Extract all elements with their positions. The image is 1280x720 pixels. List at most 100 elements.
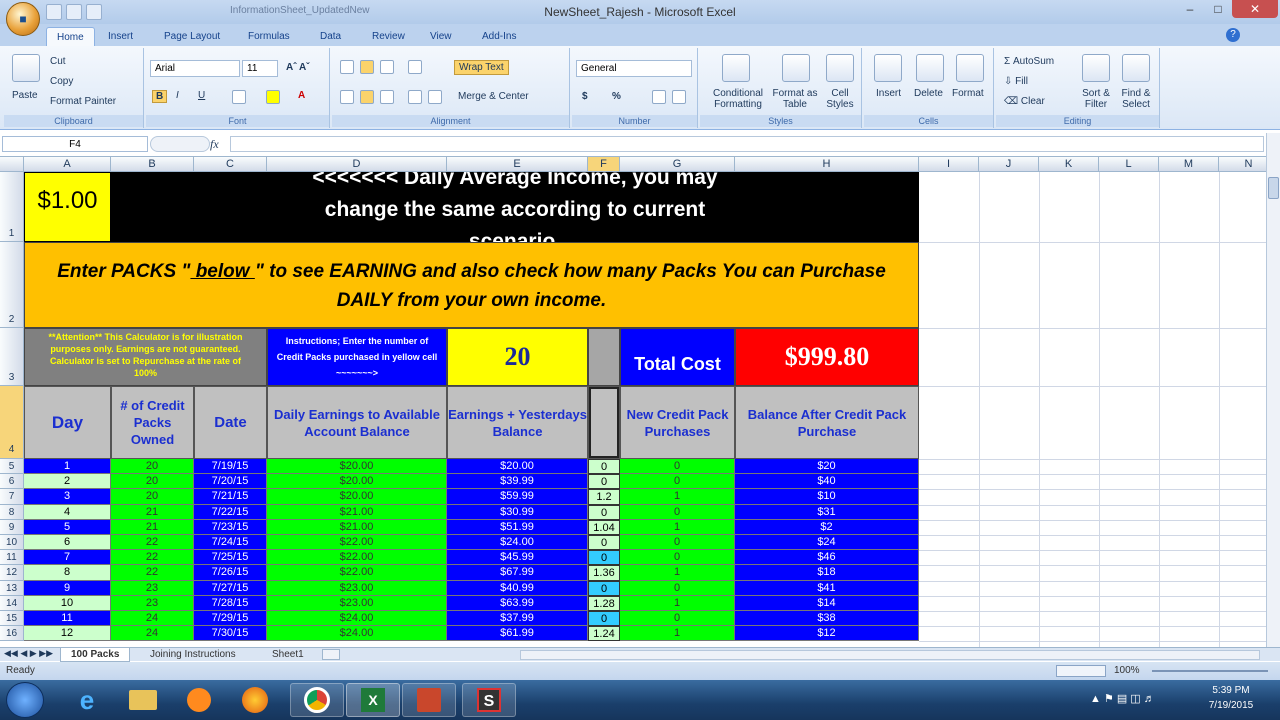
cell-day[interactable]: 3 — [24, 489, 111, 505]
decrease-indent-icon[interactable] — [408, 90, 422, 104]
row-header[interactable]: 15 — [0, 611, 24, 627]
cell-purchases[interactable]: 1 — [620, 595, 735, 611]
horizontal-scrollbar[interactable] — [520, 650, 1260, 660]
cell-day[interactable]: 7 — [24, 550, 111, 566]
zoom-slider[interactable] — [1152, 670, 1268, 672]
cell-after[interactable]: $12 — [735, 626, 919, 642]
cell-balance[interactable]: $51.99 — [447, 519, 588, 535]
percent-button[interactable]: % — [612, 91, 621, 102]
cell-calc[interactable]: 0 — [588, 474, 620, 490]
autosum-button[interactable]: Σ AutoSum — [1004, 56, 1054, 67]
daily-income-input[interactable]: $1.00 — [24, 172, 111, 242]
find-select-button[interactable]: Find & Select — [1116, 88, 1156, 110]
cell-day[interactable]: 10 — [24, 595, 111, 611]
cell-packs[interactable]: 23 — [111, 580, 194, 596]
cell-calc[interactable]: 0 — [588, 535, 620, 551]
media-player-icon[interactable] — [172, 683, 226, 717]
close-icon[interactable]: ✕ — [1232, 0, 1278, 18]
cell-packs[interactable]: 22 — [111, 550, 194, 566]
cell-styles-button[interactable]: Cell Styles — [820, 88, 860, 110]
bold-button[interactable]: B — [152, 90, 168, 103]
start-button[interactable] — [6, 682, 44, 718]
cell-date[interactable]: 7/20/15 — [194, 474, 267, 490]
packs-input[interactable]: 20 — [447, 328, 588, 386]
col-header[interactable]: E — [447, 157, 588, 172]
cell-packs[interactable]: 21 — [111, 504, 194, 520]
cell-day[interactable]: 12 — [24, 626, 111, 642]
orientation-icon[interactable] — [408, 60, 422, 74]
cell-earnings[interactable]: $22.00 — [267, 535, 447, 551]
grow-font-icon[interactable]: Aˆ Aˇ — [286, 62, 310, 73]
worksheet-grid[interactable]: A B C D E F G H I J K L M N 1 2 3 4 5678… — [0, 157, 1266, 647]
clock-date[interactable]: 7/19/2015 — [1196, 700, 1266, 711]
col-header[interactable]: K — [1039, 157, 1099, 172]
cell-date[interactable]: 7/30/15 — [194, 626, 267, 642]
cell-calc[interactable]: 1.24 — [588, 626, 620, 642]
cell-earnings[interactable]: $22.00 — [267, 550, 447, 566]
cell-calc[interactable]: 0 — [588, 550, 620, 566]
format-table-icon[interactable] — [782, 54, 810, 82]
col-header[interactable]: F — [588, 157, 620, 172]
cell-balance[interactable]: $45.99 — [447, 550, 588, 566]
conditional-formatting-button[interactable]: Conditional Formatting — [706, 88, 770, 110]
row-header[interactable]: 7 — [0, 489, 24, 505]
restore-icon[interactable]: □ — [1204, 0, 1232, 18]
cell-after[interactable]: $2 — [735, 519, 919, 535]
chrome-icon[interactable] — [290, 683, 344, 717]
cell-purchases[interactable]: 1 — [620, 519, 735, 535]
increase-decimal-icon[interactable] — [652, 90, 666, 104]
insert-cells-icon[interactable] — [874, 54, 902, 82]
paste-icon[interactable] — [12, 54, 40, 82]
ie-icon[interactable]: e — [60, 683, 114, 717]
powerpoint-icon[interactable] — [402, 683, 456, 717]
cell-earnings[interactable]: $20.00 — [267, 459, 447, 475]
cell-date[interactable]: 7/27/15 — [194, 580, 267, 596]
zoom-level[interactable]: 100% — [1114, 665, 1140, 676]
tab-add-ins[interactable]: Add-Ins — [472, 27, 526, 46]
cell-purchases[interactable]: 1 — [620, 626, 735, 642]
cell-balance[interactable]: $24.00 — [447, 535, 588, 551]
col-header[interactable]: M — [1159, 157, 1219, 172]
col-header[interactable]: D — [267, 157, 447, 172]
insert-cells-button[interactable]: Insert — [876, 88, 901, 99]
align-left-icon[interactable] — [340, 90, 354, 104]
row-header[interactable]: 11 — [0, 550, 24, 566]
tab-home[interactable]: Home — [46, 27, 95, 46]
align-right-icon[interactable] — [380, 90, 394, 104]
cell-after[interactable]: $20 — [735, 459, 919, 475]
tab-formulas[interactable]: Formulas — [238, 27, 300, 46]
cell-calc[interactable]: 1.04 — [588, 519, 620, 535]
explorer-icon[interactable] — [116, 683, 170, 717]
paste-button[interactable]: Paste — [12, 90, 38, 101]
col-header[interactable]: C — [194, 157, 267, 172]
row-header[interactable]: 14 — [0, 595, 24, 611]
minimize-icon[interactable]: – — [1176, 0, 1204, 18]
view-buttons-icon[interactable] — [1056, 665, 1106, 677]
clock-time[interactable]: 5:39 PM — [1196, 685, 1266, 696]
cell-purchases[interactable]: 0 — [620, 504, 735, 520]
name-box[interactable]: F4 — [2, 136, 148, 152]
insert-function-icon[interactable]: fx — [210, 137, 219, 152]
cell-balance[interactable]: $63.99 — [447, 595, 588, 611]
cell-day[interactable]: 4 — [24, 504, 111, 520]
row-header[interactable]: 13 — [0, 580, 24, 596]
cell-balance[interactable]: $61.99 — [447, 626, 588, 642]
cell-date[interactable]: 7/21/15 — [194, 489, 267, 505]
firefox-icon[interactable] — [228, 683, 282, 717]
font-name-combo[interactable]: Arial — [150, 60, 240, 77]
cell-packs[interactable]: 24 — [111, 611, 194, 627]
cell-styles-icon[interactable] — [826, 54, 854, 82]
cell-packs[interactable]: 20 — [111, 474, 194, 490]
select-all[interactable] — [0, 157, 24, 172]
row-header[interactable]: 2 — [0, 242, 24, 328]
format-cells-button[interactable]: Format — [952, 88, 984, 99]
cell-after[interactable]: $24 — [735, 535, 919, 551]
new-sheet-icon[interactable] — [322, 649, 340, 660]
cell-day[interactable]: 2 — [24, 474, 111, 490]
cell-date[interactable]: 7/29/15 — [194, 611, 267, 627]
tab-data[interactable]: Data — [310, 27, 351, 46]
cell-balance[interactable]: $59.99 — [447, 489, 588, 505]
col-header[interactable]: J — [979, 157, 1039, 172]
excel-icon[interactable]: X — [346, 683, 400, 717]
cell-calc[interactable]: 0 — [588, 459, 620, 475]
